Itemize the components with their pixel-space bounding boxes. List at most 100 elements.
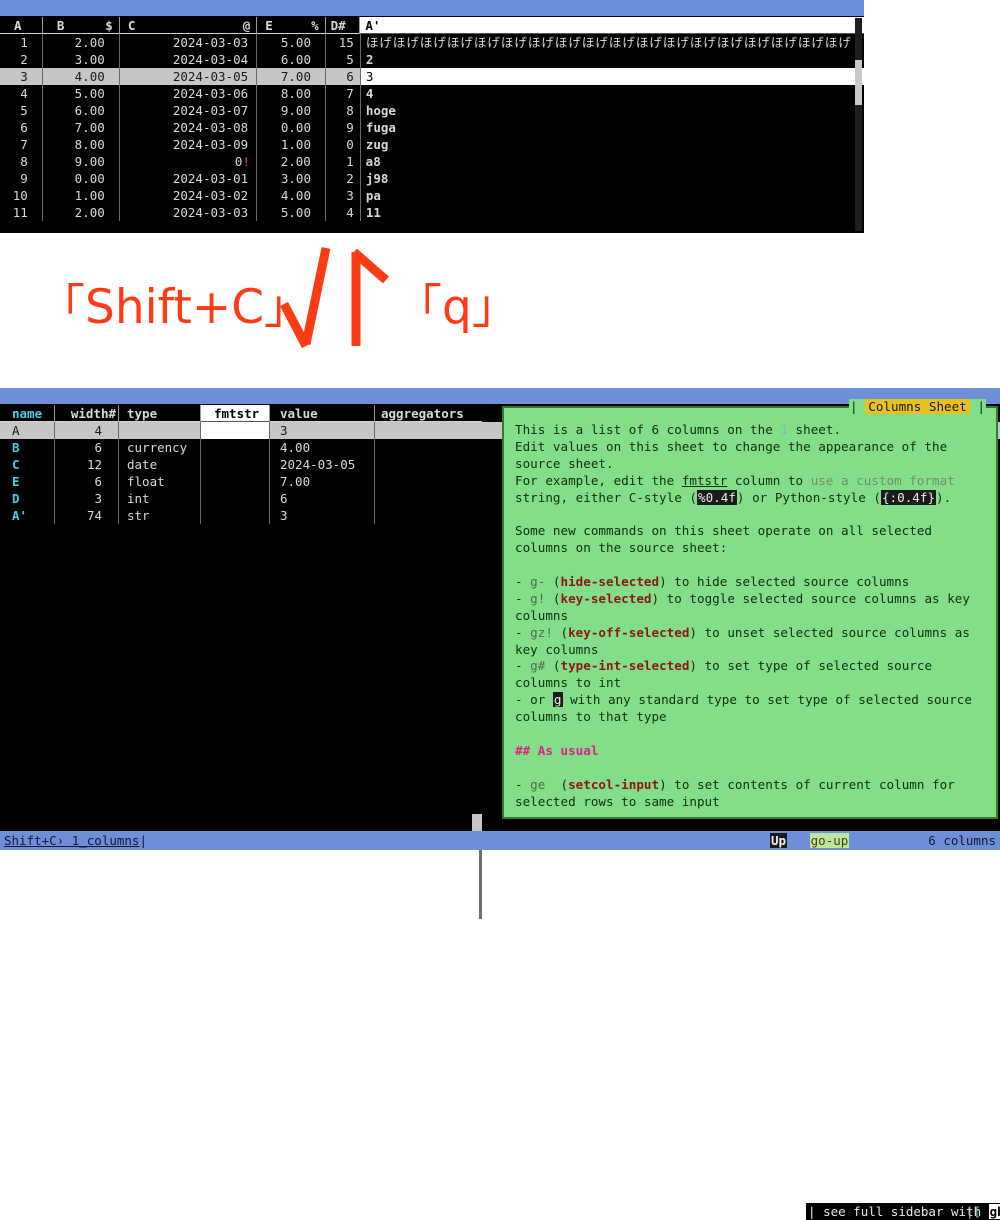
cell-aggregators <box>375 507 482 524</box>
sidebar-text-span: type-int-selected <box>560 658 690 674</box>
sidebar-text-span: ( <box>545 776 569 792</box>
cell-C: 2024-03-08 <box>172 120 249 135</box>
colsheet-header-fmtstr[interactable]: fmtstr <box>201 405 269 422</box>
table-row[interactable]: 3 4.00 2024-03-05 7.00 6 3 <box>0 68 864 85</box>
cell-name: A <box>12 423 20 438</box>
sidebar-title-left-bracket: | <box>850 399 858 414</box>
sidebar-line: source sheet. <box>515 456 985 473</box>
cell-width: 6 <box>94 474 102 489</box>
cell-B: 6.00 <box>74 103 105 118</box>
sidebar-title-wrap: | Columns Sheet | <box>849 399 986 416</box>
cell-B: 7.00 <box>74 120 105 135</box>
sidebar-text-span: columns to int <box>515 675 622 691</box>
table-row[interactable]: 7 8.00 2024-03-09 1.00 0 zug <box>0 136 864 153</box>
table-row[interactable]: 5 6.00 2024-03-07 9.00 8 hoge <box>0 102 864 119</box>
table-row[interactable]: 1 2.00 2024-03-03 5.00 15 ほげほげほげほげほげほげほげほげほげほ… <box>0 34 864 51</box>
cell-B: 9.00 <box>74 154 105 169</box>
cell-A: 10 <box>12 188 28 203</box>
colsheet-header-width[interactable]: width# <box>55 405 118 422</box>
sidebar-footer-text: see full sidebar with <box>823 1204 989 1219</box>
cell-Aprime: hoge <box>365 103 396 118</box>
sidebar-text-span: string, either C-style ( <box>515 489 697 505</box>
cell-D: 6 <box>346 69 354 84</box>
col-header-D[interactable]: D# <box>325 17 360 34</box>
sidebar-text-span: This is a list of 6 columns on the <box>515 422 781 437</box>
annotation-q-label: 「q」 <box>395 280 519 335</box>
col-header-B[interactable]: B $ <box>42 17 119 34</box>
sidebar-text-span: key columns <box>515 641 599 657</box>
colsheet-header-type[interactable]: type <box>119 405 200 422</box>
annotation-layer: 「Shift+C」 「q」 <box>0 236 1000 388</box>
top-menubar[interactable]: File Edit View Column Row Data Plot Syst… <box>0 0 864 16</box>
cell-D: 4 <box>346 205 354 220</box>
cell-value: 2024-03-05 <box>280 457 356 472</box>
sidebar-text-span: columns <box>515 607 569 623</box>
sidebar-text-span: ## As usual <box>515 742 599 758</box>
cell-E: 9.00 <box>280 103 311 118</box>
col-header-C[interactable]: C @ <box>119 17 257 34</box>
table-row[interactable]: 11 2.00 2024-03-03 5.00 4 11 <box>0 204 864 221</box>
sidebar-text-span: with any standard type to set type of se… <box>562 692 972 708</box>
cell-A: 5 <box>20 103 28 118</box>
table-row[interactable]: 6 7.00 2024-03-08 0.00 9 fuga <box>0 119 864 136</box>
sidebar-text-span: Some new commands on this sheet operate … <box>515 523 933 539</box>
col-header-E[interactable]: E% <box>257 17 325 34</box>
table-row[interactable]: 4 5.00 2024-03-06 8.00 7 4 <box>0 85 864 102</box>
sidebar-footer-tail: |[ <box>966 1204 982 1219</box>
sidebar-text-span: - <box>515 624 531 640</box>
sidebar-line: Edit values on this sheet to change the … <box>515 439 985 456</box>
cell-E: 7.00 <box>280 69 311 84</box>
cell-A: 1 <box>20 35 28 50</box>
cell-aggregators <box>375 422 482 439</box>
bottom-terminal-panel: File Edit View Column Row Data Plot Syst… <box>0 388 1000 1220</box>
cell-B: 2.00 <box>74 35 105 50</box>
cell-name: E <box>12 474 20 489</box>
cell-C: 2024-03-01 <box>172 171 249 186</box>
cell-D: 9 <box>346 120 354 135</box>
cell-C: 2024-03-09 <box>172 137 249 152</box>
sidebar-text-span: ) or Python-style ( <box>736 489 881 505</box>
cell-width: 3 <box>94 491 102 506</box>
sidebar-panel: | Columns Sheet | This is a list of 6 co… <box>502 399 998 819</box>
sidebar-text-span: ( <box>552 624 569 640</box>
table-row[interactable]: 2 3.00 2024-03-04 6.00 5 2 <box>0 51 864 68</box>
colsheet-header-value[interactable]: value <box>270 405 374 422</box>
sidebar-line: columns <box>515 608 985 625</box>
sidebar-text-span: ) to set contents of current column for <box>659 776 955 792</box>
col-header-Aprime[interactable]: A' <box>360 17 864 34</box>
cell-type: str <box>127 508 150 523</box>
sidebar-text-span: g- <box>530 574 546 590</box>
colsheet-header-aggregators[interactable]: aggregators <box>375 405 482 422</box>
sidebar-body: This is a list of 6 columns on the 1 she… <box>504 408 996 810</box>
status-bar: Shift+C› 1_columns| Up go-up 6 columns <box>0 831 1000 850</box>
cell-D: 0 <box>346 137 354 152</box>
sidebar-footer-prefix: | <box>808 1204 824 1219</box>
sidebar-text-span: selected rows to same input <box>515 793 720 809</box>
status-keybinding: Up go-up <box>770 831 850 850</box>
cell-A: 11 <box>12 205 28 220</box>
sidebar-line: This is a list of 6 columns on the 1 she… <box>515 422 985 439</box>
sidebar-text-span: g! <box>530 590 546 606</box>
status-command-text: Shift+C› 1_columns <box>4 833 140 848</box>
sidebar-text-span: ). <box>936 489 952 505</box>
sidebar-text-span: - <box>515 658 531 674</box>
screenshot-stage: File Edit View Column Row Data Plot Syst… <box>0 0 1000 1220</box>
table-row[interactable]: 8 9.00 0! 2.00 1 a8 <box>0 153 864 170</box>
table-row[interactable]: 9 0.00 2024-03-01 3.00 2 j98 <box>0 170 864 187</box>
cell-Aprime: 2 <box>365 52 374 67</box>
sidebar-line: For example, edit the fmtstr column to u… <box>515 473 985 490</box>
colsheet-header-name[interactable]: name <box>0 405 54 422</box>
sidebar-text-span: key-selected <box>560 590 652 606</box>
status-key-label: Up <box>770 833 788 848</box>
cell-A: 3 <box>20 69 28 84</box>
top-vertical-scrollbar[interactable] <box>855 18 862 231</box>
cell-Aprime: 4 <box>365 86 374 101</box>
col-header-A[interactable]: A <box>0 17 42 34</box>
sidebar-footer-key: gb <box>988 1204 1000 1219</box>
sidebar-text-span: - <box>515 776 531 792</box>
sidebar-line: columns on the source sheet: <box>515 540 985 557</box>
cell-fmtstr <box>201 507 269 524</box>
table-row[interactable]: 10 1.00 2024-03-02 4.00 3 pa <box>0 187 864 204</box>
cell-aggregators <box>375 490 482 507</box>
sidebar-text-span: - <box>515 574 531 590</box>
